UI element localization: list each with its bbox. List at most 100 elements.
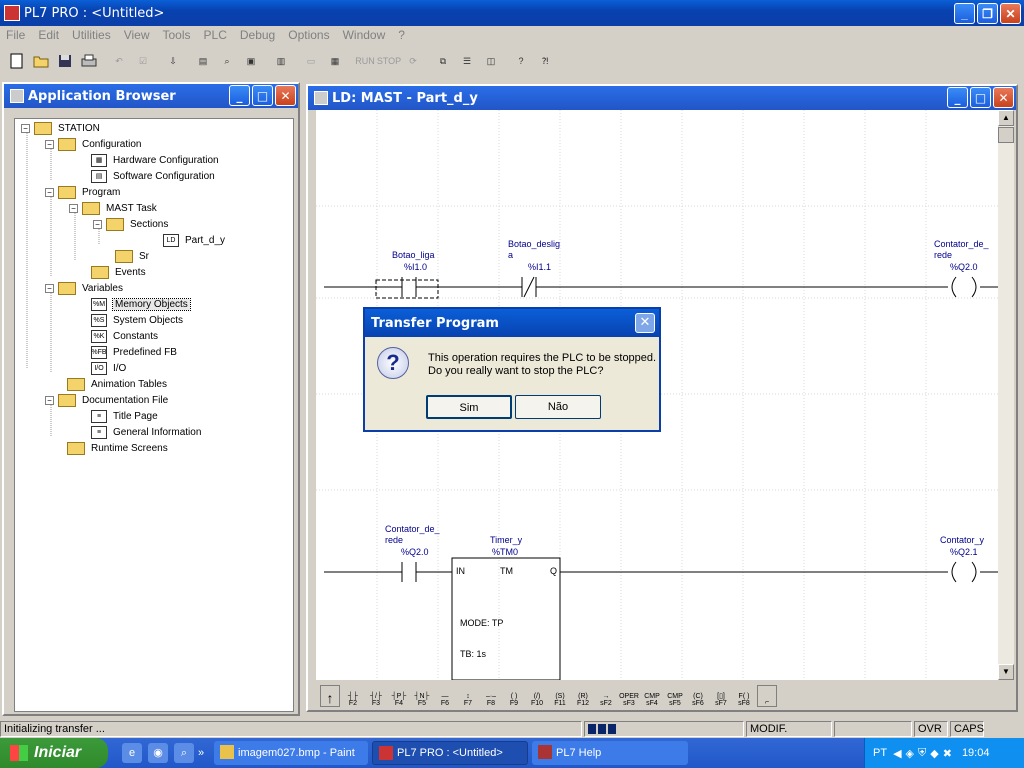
scroll-down-button[interactable]: ▼ xyxy=(998,664,1014,680)
browser-maximize-button[interactable]: □ xyxy=(252,85,273,106)
compare-block-tool[interactable]: CMP sF4 xyxy=(642,685,662,707)
task-paint[interactable]: imagem027.bmp - Paint xyxy=(214,741,368,765)
start-button[interactable]: Iniciar xyxy=(0,738,108,768)
horizontal-link-tool[interactable]: — F6 xyxy=(435,685,455,707)
tree-item-sr[interactable]: Sr xyxy=(115,248,149,264)
coil-tool[interactable]: ( ) F9 xyxy=(504,685,524,707)
closed-contact-tool[interactable]: ┤/├ F3 xyxy=(366,685,386,707)
tree-item-system-objects[interactable]: %S System Objects xyxy=(91,312,183,328)
no-button[interactable]: Não xyxy=(515,395,601,419)
help-icon[interactable]: ? xyxy=(510,50,532,72)
tree-item-constants[interactable]: %K Constants xyxy=(91,328,158,344)
tree-item-animation-tables[interactable]: Animation Tables xyxy=(67,376,167,392)
quicklaunch-expand-icon[interactable]: » xyxy=(198,747,204,759)
ie-quicklaunch-icon[interactable]: e xyxy=(122,743,142,763)
menu-file[interactable]: File xyxy=(6,28,25,42)
find-icon[interactable]: ⌕ xyxy=(216,50,238,72)
menu-plc[interactable]: PLC xyxy=(204,28,227,42)
tree-item-station[interactable]: − STATION xyxy=(21,120,100,136)
menu-debug[interactable]: Debug xyxy=(240,28,275,42)
tree-item-configuration[interactable]: − Configuration xyxy=(45,136,141,152)
reset-coil-tool[interactable]: (R) F12 xyxy=(573,685,593,707)
print-icon[interactable] xyxy=(78,50,100,72)
task-pl7-help[interactable]: PL7 Help xyxy=(532,741,688,765)
operate-block-tool[interactable]: OPER sF3 xyxy=(619,685,639,707)
tree-item-mast-task[interactable]: − MAST Task xyxy=(69,200,157,216)
security-tray-icon[interactable]: ◆ xyxy=(930,747,938,760)
cascade-icon[interactable]: ⧉ xyxy=(432,50,454,72)
tree-item-software-configuration[interactable]: ▤ Software Configuration xyxy=(91,168,215,184)
pointer-tool-icon[interactable]: ↑ xyxy=(320,685,340,707)
set-coil-tool[interactable]: (S) F11 xyxy=(550,685,570,707)
network-tray-icon[interactable]: ◈ xyxy=(906,747,914,760)
menu-utilities[interactable]: Utilities xyxy=(72,28,111,42)
language-indicator[interactable]: PT xyxy=(873,747,887,759)
monitor-icon[interactable]: ▭ xyxy=(300,50,322,72)
plc-icon[interactable]: ▥ xyxy=(270,50,292,72)
menu-help[interactable]: ? xyxy=(398,28,405,42)
call-coil-tool[interactable]: (C) sF6 xyxy=(688,685,708,707)
ld-maximize-button[interactable]: □ xyxy=(970,87,991,108)
tree-item-events[interactable]: Events xyxy=(91,264,146,280)
compare-v-block-tool[interactable]: CMP sF5 xyxy=(665,685,685,707)
new-icon[interactable] xyxy=(6,50,28,72)
tree-item-documentation-file[interactable]: − Documentation File xyxy=(45,392,168,408)
import-icon[interactable]: ⇩ xyxy=(162,50,184,72)
tree-item-hardware-configuration[interactable]: ▦ Hardware Configuration xyxy=(91,152,219,168)
ld-vertical-scrollbar[interactable]: ▲ ▼ xyxy=(998,110,1014,680)
menu-options[interactable]: Options xyxy=(288,28,329,42)
context-help-icon[interactable]: ⁈ xyxy=(534,50,556,72)
function-tool[interactable]: F( ) sF8 xyxy=(734,685,754,707)
menu-tools[interactable]: Tools xyxy=(163,28,191,42)
rising-contact-tool[interactable]: ┤P├ F4 xyxy=(389,685,409,707)
task-pl7pro[interactable]: PL7 PRO : <Untitled> xyxy=(372,741,528,765)
menu-edit[interactable]: Edit xyxy=(38,28,59,42)
search-quicklaunch-icon[interactable]: ⌕ xyxy=(174,743,194,763)
config-icon[interactable]: ▤ xyxy=(192,50,214,72)
validate-icon[interactable]: ☑ xyxy=(132,50,154,72)
return-tool-icon[interactable]: ⌐ xyxy=(757,685,777,707)
vertical-link-tool[interactable]: ↕ F7 xyxy=(458,685,478,707)
menu-view[interactable]: View xyxy=(124,28,150,42)
tree-item-part-d-y[interactable]: LD Part_d_y xyxy=(163,232,225,248)
ld-close-button[interactable]: ✕ xyxy=(993,87,1014,108)
media-quicklaunch-icon[interactable]: ◉ xyxy=(148,743,168,763)
browser-close-button[interactable]: ✕ xyxy=(275,85,296,106)
tree-item-runtime-screens[interactable]: Runtime Screens xyxy=(67,440,168,456)
tile-v-icon[interactable]: ◫ xyxy=(480,50,502,72)
tree-item-variables[interactable]: − Variables xyxy=(45,280,123,296)
fb-block-tool[interactable]: [▯] sF7 xyxy=(711,685,731,707)
alert-tray-icon[interactable]: ✖ xyxy=(943,747,952,760)
tree-item-predefined-fb[interactable]: %FB Predefined FB xyxy=(91,344,177,360)
init-icon[interactable]: ⟳ xyxy=(402,50,424,72)
tree-item-program[interactable]: − Program xyxy=(45,184,120,200)
open-icon[interactable] xyxy=(30,50,52,72)
browser-minimize-button[interactable]: _ xyxy=(229,85,250,106)
tree-item-io[interactable]: I/O I/O xyxy=(91,360,126,376)
save-icon[interactable] xyxy=(54,50,76,72)
minimize-button[interactable]: _ xyxy=(954,3,975,24)
tree-item-memory-objects[interactable]: %M Memory Objects xyxy=(91,296,191,312)
falling-contact-tool[interactable]: ┤N├ F5 xyxy=(412,685,432,707)
tile-h-icon[interactable]: ☰ xyxy=(456,50,478,72)
close-button[interactable]: ✕ xyxy=(1000,3,1021,24)
scroll-thumb[interactable] xyxy=(998,127,1014,143)
run-icon[interactable]: RUN xyxy=(354,50,376,72)
tree-item-general-information[interactable]: ≡ General Information xyxy=(91,424,201,440)
tree-item-title-page[interactable]: ≡ Title Page xyxy=(91,408,158,424)
inverse-coil-tool[interactable]: (/) F10 xyxy=(527,685,547,707)
view-icon[interactable]: ▦ xyxy=(324,50,346,72)
tree-item-sections[interactable]: − Sections xyxy=(93,216,168,232)
menu-window[interactable]: Window xyxy=(343,28,386,42)
dialog-close-icon[interactable]: ✕ xyxy=(635,313,655,333)
ld-minimize-button[interactable]: _ xyxy=(947,87,968,108)
network-icon[interactable]: ▣ xyxy=(240,50,262,72)
restore-button[interactable]: ❐ xyxy=(977,3,998,24)
yes-button[interactable]: Sim xyxy=(426,395,512,419)
open-contact-tool[interactable]: ┤├ F2 xyxy=(343,685,363,707)
stop-icon[interactable]: STOP xyxy=(377,50,401,72)
antivirus-tray-icon[interactable]: ⛨ xyxy=(918,747,926,760)
jump-tool[interactable]: → sF2 xyxy=(596,685,616,707)
undo-icon[interactable]: ↶ xyxy=(108,50,130,72)
scroll-up-button[interactable]: ▲ xyxy=(998,110,1014,126)
